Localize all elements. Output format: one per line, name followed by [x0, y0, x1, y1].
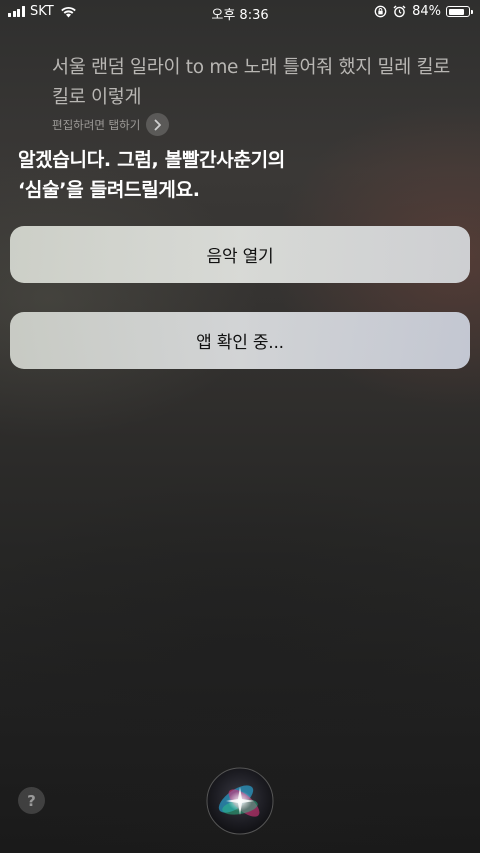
status-bar: SKT 오후 8:36 84% — [0, 0, 480, 24]
status-right: 84% — [374, 4, 473, 19]
siri-response: 알겠습니다. 그럼, 볼빨간사춘기의 ‘심술’을 들려드릴게요. — [18, 145, 468, 205]
checking-app-button[interactable]: 앱 확인 중... — [10, 312, 470, 369]
battery-level — [448, 8, 464, 15]
siri-response-line-2: ‘심술’을 들려드릴게요. — [18, 179, 200, 201]
orientation-lock-icon — [374, 5, 387, 18]
tap-to-edit-hint[interactable]: 편집하려면 탭하기 — [52, 113, 170, 136]
battery-icon — [446, 6, 473, 17]
open-music-button[interactable]: 음악 열기 — [10, 226, 470, 283]
alarm-icon — [393, 5, 406, 18]
chevron-right-icon[interactable] — [146, 113, 170, 136]
help-button[interactable]: ? — [18, 787, 45, 814]
edit-hint-label: 편집하려면 탭하기 — [52, 117, 141, 132]
spoken-transcript[interactable]: 서울 랜덤 일라이 to me 노래 틀어줘 했지 밀레 킬로 킬로 이렇게 — [52, 53, 472, 113]
battery-percent: 84% — [412, 4, 441, 19]
siri-response-line-1: 알겠습니다. 그럼, 볼빨간사춘기의 — [18, 149, 285, 171]
siri-orb-icon[interactable] — [206, 767, 274, 835]
